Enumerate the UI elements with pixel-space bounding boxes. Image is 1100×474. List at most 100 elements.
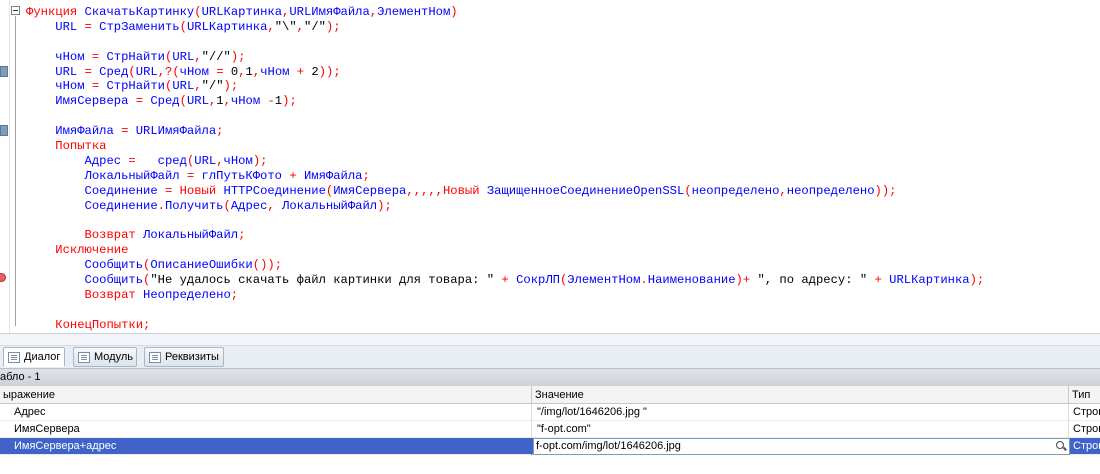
code-line[interactable] bbox=[26, 109, 984, 124]
code-line[interactable]: Исключение bbox=[26, 243, 984, 258]
code-token: + bbox=[296, 64, 312, 79]
code-token: + bbox=[874, 273, 890, 288]
code-line[interactable]: URL = СтрЗаменить(URLКартинка,"\","/"); bbox=[26, 20, 984, 35]
code-editor[interactable]: Функция СкачатьКартинку(URLКартинка,URLИ… bbox=[0, 0, 1100, 333]
code-token: = bbox=[164, 183, 180, 198]
code-line[interactable]: Возврат ЛокальныйФайл; bbox=[26, 228, 984, 243]
code-token: . bbox=[157, 198, 165, 213]
code-token: СтрЗаменить bbox=[99, 19, 180, 34]
code-token: URLКартинка bbox=[186, 19, 268, 34]
code-token: "/" bbox=[201, 79, 224, 94]
tab-label: Диалог bbox=[24, 351, 61, 363]
column-expression[interactable]: ыражение bbox=[0, 386, 532, 404]
code-token: ИмяСервера bbox=[26, 94, 136, 109]
row-type: Строк bbox=[1073, 423, 1100, 435]
code-token: , bbox=[267, 19, 275, 34]
table-row[interactable]: Адрес "/img/lot/1646206.jpg " Строк bbox=[0, 404, 1100, 421]
code-token: , bbox=[779, 183, 787, 198]
code-line[interactable] bbox=[26, 213, 984, 228]
code-line[interactable] bbox=[26, 303, 984, 318]
code-token: = bbox=[121, 124, 136, 139]
tab-module[interactable]: Модуль bbox=[73, 347, 137, 367]
code-line[interactable]: Адрес = сред(URL,чНом); bbox=[26, 154, 984, 169]
value-edit-field[interactable]: f-opt.com/img/lot/1646206.jpg bbox=[533, 438, 1070, 455]
code-line[interactable]: КонецПопытки; bbox=[26, 318, 984, 333]
code-line[interactable]: ИмяСервера = Сред(URL,1,чНом -1); bbox=[26, 94, 984, 109]
code-token: + bbox=[501, 273, 517, 288]
dialog-icon bbox=[8, 351, 20, 363]
code-line[interactable]: чНом = СтрНайти(URL,"//"); bbox=[26, 50, 984, 65]
code-token: ( bbox=[128, 64, 136, 79]
search-icon[interactable] bbox=[1056, 441, 1066, 451]
column-value[interactable]: Значение bbox=[532, 386, 1069, 404]
code-token: , bbox=[238, 64, 246, 79]
tab-attributes[interactable]: Реквизиты bbox=[144, 347, 224, 367]
code-line[interactable]: ЛокальныйФайл = глПутьКФото + ИмяФайла; bbox=[26, 169, 984, 184]
bookmark-icon[interactable] bbox=[0, 66, 8, 77]
code-line[interactable]: Функция СкачатьКартинку(URLКартинка,URLИ… bbox=[26, 5, 984, 20]
scrollbar-area[interactable] bbox=[0, 334, 1100, 346]
code-token: = bbox=[186, 168, 202, 183]
code-line[interactable]: Сообщить("Не удалось скачать файл картин… bbox=[26, 273, 985, 288]
code-token: 1 bbox=[245, 64, 253, 79]
bookmark-icon[interactable] bbox=[0, 125, 8, 136]
collapse-icon[interactable] bbox=[11, 6, 20, 15]
code-line[interactable]: ИмяФайла = URLИмяФайла; bbox=[26, 124, 984, 139]
code-token: ; bbox=[362, 168, 370, 183]
tab-dialog[interactable]: Диалог bbox=[3, 347, 65, 367]
code-line[interactable]: Возврат Неопределено; bbox=[26, 288, 984, 303]
editor-gutter[interactable] bbox=[0, 0, 10, 333]
fold-guide bbox=[15, 16, 16, 326]
table-row[interactable]: ИмяСервера "f-opt.com" Строк bbox=[0, 421, 1100, 438]
code-token: "//" bbox=[201, 49, 231, 64]
code-token: КонецПопытки bbox=[26, 317, 144, 332]
code-text[interactable]: Функция СкачатьКартинку(URLКартинка,URLИ… bbox=[26, 5, 984, 333]
code-token: = bbox=[84, 64, 100, 79]
code-line[interactable] bbox=[26, 35, 984, 50]
code-token: URL bbox=[26, 19, 85, 34]
code-token: чНом bbox=[260, 64, 297, 79]
code-token: Адрес bbox=[26, 153, 129, 168]
code-line[interactable]: URL = Сред(URL,?(чНом = 0,1,чНом + 2)); bbox=[26, 65, 984, 80]
code-token: ; bbox=[238, 228, 246, 243]
code-token: ( bbox=[194, 5, 202, 19]
code-token: Возврат bbox=[26, 287, 144, 302]
code-token: ЛокальныйФайл bbox=[26, 168, 187, 183]
code-token: Сообщить bbox=[26, 258, 144, 273]
code-token: Сообщить bbox=[26, 273, 144, 288]
code-line[interactable]: Соединение.Получить(Адрес, ЛокальныйФайл… bbox=[26, 199, 984, 214]
table-row-selected[interactable]: ИмяСервера+адрес f-opt.com/img/lot/16462… bbox=[0, 438, 1100, 455]
code-token: ( bbox=[179, 19, 187, 34]
code-token: Новый bbox=[442, 183, 487, 198]
code-token: + bbox=[289, 168, 304, 183]
tab-label: Реквизиты bbox=[165, 351, 219, 363]
code-line[interactable]: Соединение = Новый HTTPСоединение (ИмяСер… bbox=[26, 184, 984, 199]
code-token: URL bbox=[172, 79, 195, 94]
watch-panel-title: абло - 1 bbox=[0, 368, 1100, 386]
code-token: 2 bbox=[311, 64, 319, 79]
code-token: неопределено bbox=[691, 183, 780, 198]
code-line[interactable]: Попытка bbox=[26, 139, 984, 154]
column-type[interactable]: Тип bbox=[1069, 386, 1100, 404]
code-token: ,,,,, bbox=[406, 183, 443, 198]
code-line[interactable]: Сообщить(ОписаниеОшибки()); bbox=[26, 258, 984, 273]
code-token: чНом bbox=[179, 64, 217, 79]
code-token: ); bbox=[969, 273, 985, 288]
code-token: Функция bbox=[26, 5, 85, 19]
code-token: СтрНайти bbox=[106, 79, 165, 94]
code-token: неопределено bbox=[786, 183, 875, 198]
row-value: "/img/lot/1646206.jpg " bbox=[532, 404, 1069, 421]
code-line[interactable]: чНом = СтрНайти(URL,"/"); bbox=[26, 79, 984, 94]
code-token: = bbox=[128, 153, 158, 168]
code-token: ); bbox=[325, 19, 341, 34]
breakpoint-icon[interactable] bbox=[0, 273, 6, 282]
code-token: СкачатьКартинку bbox=[84, 5, 195, 19]
code-token: ЛокальныйФайл bbox=[282, 198, 378, 213]
row-type: Строк bbox=[1073, 440, 1100, 452]
code-token: чНом bbox=[223, 153, 253, 168]
code-token: ", по адресу: " bbox=[757, 273, 875, 288]
code-token: ; bbox=[143, 317, 151, 332]
watch-table-header: ыражение Значение Тип bbox=[0, 386, 1100, 404]
code-token: URL bbox=[186, 94, 209, 109]
code-token: URLКартинка bbox=[201, 5, 283, 19]
